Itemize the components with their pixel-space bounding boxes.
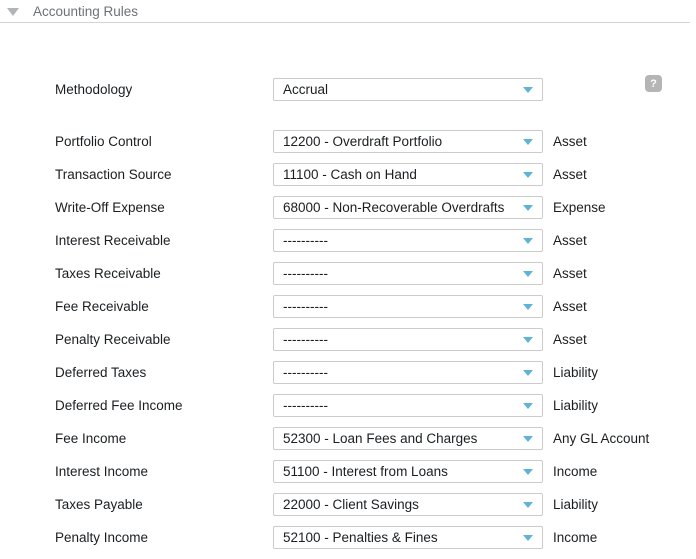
chevron-down-icon: [523, 435, 533, 442]
account-type-label: Liability: [553, 398, 599, 413]
chevron-down-icon: [523, 336, 533, 343]
account-type-label: Income: [553, 530, 598, 545]
section-header: Accounting Rules: [0, 0, 690, 23]
form-row-fee-receivable: Fee Receivable ---------- Asset: [0, 295, 696, 318]
form-row-penalty-receivable: Penalty Receivable ---------- Asset: [0, 328, 696, 351]
account-type-label: Income: [553, 464, 598, 479]
account-type-label: Asset: [553, 167, 587, 182]
dropdown-value: 22000 - Client Savings: [283, 497, 419, 512]
dropdown-value: Accrual: [283, 82, 329, 97]
dropdown-value: 52300 - Loan Fees and Charges: [283, 431, 478, 446]
collapse-triangle-icon[interactable]: [7, 8, 19, 16]
dropdown-value: ----------: [283, 332, 328, 347]
accounting-rules-section: Accounting Rules Methodology Accrual ? P…: [0, 0, 696, 559]
dropdown-value: 68000 - Non-Recoverable Overdrafts: [283, 200, 505, 215]
chevron-down-icon: [523, 86, 533, 93]
field-label: Interest Income: [55, 464, 149, 479]
field-label: Portfolio Control: [55, 134, 152, 149]
dropdown-value: 11100 - Cash on Hand: [283, 167, 417, 182]
chevron-down-icon: [523, 369, 533, 376]
account-type-label: Asset: [553, 332, 587, 347]
section-title: Accounting Rules: [33, 3, 139, 19]
account-type-label: Any GL Account: [553, 431, 650, 446]
field-label: Write-Off Expense: [55, 200, 165, 215]
interest-receivable-dropdown[interactable]: ----------: [273, 229, 543, 252]
form-row-interest-receivable: Interest Receivable ---------- Asset: [0, 229, 696, 252]
field-label: Deferred Taxes: [55, 365, 147, 380]
form-row-transaction-source: Transaction Source 11100 - Cash on Hand …: [0, 163, 696, 186]
write-off-expense-dropdown[interactable]: 68000 - Non-Recoverable Overdrafts: [273, 196, 543, 219]
dropdown-value: ----------: [283, 233, 328, 248]
dropdown-value: ----------: [283, 398, 328, 413]
form-row-portfolio-control: Portfolio Control 12200 - Overdraft Port…: [0, 130, 696, 153]
chevron-down-icon: [523, 468, 533, 475]
portfolio-control-dropdown[interactable]: 12200 - Overdraft Portfolio: [273, 130, 543, 153]
methodology-dropdown[interactable]: Accrual: [273, 78, 543, 101]
field-label: Penalty Income: [55, 530, 149, 545]
dropdown-value: ----------: [283, 365, 328, 380]
chevron-down-icon: [523, 171, 533, 178]
form-row-write-off-expense: Write-Off Expense 68000 - Non-Recoverabl…: [0, 196, 696, 219]
fee-income-dropdown[interactable]: 52300 - Loan Fees and Charges: [273, 427, 543, 450]
field-label: Taxes Receivable: [55, 266, 161, 281]
form-row-methodology: Methodology Accrual ?: [0, 75, 696, 101]
field-label: Taxes Payable: [55, 497, 143, 512]
field-label: Penalty Receivable: [55, 332, 171, 347]
dropdown-value: ----------: [283, 299, 328, 314]
account-type-label: Liability: [553, 497, 599, 512]
account-type-label: Expense: [553, 200, 606, 215]
form-row-taxes-payable: Taxes Payable 22000 - Client Savings Lia…: [0, 493, 696, 516]
account-type-label: Asset: [553, 233, 587, 248]
penalty-income-dropdown[interactable]: 52100 - Penalties & Fines: [273, 526, 543, 549]
field-label: Fee Receivable: [55, 299, 149, 314]
transaction-source-dropdown[interactable]: 11100 - Cash on Hand: [273, 163, 543, 186]
form-row-penalty-income: Penalty Income 52100 - Penalties & Fines…: [0, 526, 696, 549]
field-label: Fee Income: [55, 431, 127, 446]
chevron-down-icon: [523, 402, 533, 409]
taxes-payable-dropdown[interactable]: 22000 - Client Savings: [273, 493, 543, 516]
chevron-down-icon: [523, 138, 533, 145]
penalty-receivable-dropdown[interactable]: ----------: [273, 328, 543, 351]
deferred-taxes-dropdown[interactable]: ----------: [273, 361, 543, 384]
dropdown-value: 52100 - Penalties & Fines: [283, 530, 438, 545]
form-row-taxes-receivable: Taxes Receivable ---------- Asset: [0, 262, 696, 285]
chevron-down-icon: [523, 303, 533, 310]
account-type-label: Asset: [553, 134, 587, 149]
account-type-label: Liability: [553, 365, 599, 380]
field-label: Transaction Source: [55, 167, 172, 182]
chevron-down-icon: [523, 204, 533, 211]
accounting-rules-form: Methodology Accrual ? Portfolio Control …: [0, 23, 696, 549]
field-label: Deferred Fee Income: [55, 398, 183, 413]
form-row-deferred-fee-income: Deferred Fee Income ---------- Liability: [0, 394, 696, 417]
dropdown-value: ----------: [283, 266, 328, 281]
form-row-interest-income: Interest Income 51100 - Interest from Lo…: [0, 460, 696, 483]
taxes-receivable-dropdown[interactable]: ----------: [273, 262, 543, 285]
field-label: Methodology: [55, 82, 133, 97]
chevron-down-icon: [523, 534, 533, 541]
fee-receivable-dropdown[interactable]: ----------: [273, 295, 543, 318]
chevron-down-icon: [523, 237, 533, 244]
interest-income-dropdown[interactable]: 51100 - Interest from Loans: [273, 460, 543, 483]
help-icon[interactable]: ?: [645, 75, 662, 92]
form-row-fee-income: Fee Income 52300 - Loan Fees and Charges…: [0, 427, 696, 450]
account-type-label: Asset: [553, 299, 587, 314]
chevron-down-icon: [523, 270, 533, 277]
deferred-fee-income-dropdown[interactable]: ----------: [273, 394, 543, 417]
chevron-down-icon: [523, 501, 533, 508]
account-type-label: Asset: [553, 266, 587, 281]
dropdown-value: 51100 - Interest from Loans: [283, 464, 448, 479]
form-row-deferred-taxes: Deferred Taxes ---------- Liability: [0, 361, 696, 384]
field-label: Interest Receivable: [55, 233, 171, 248]
dropdown-value: 12200 - Overdraft Portfolio: [283, 134, 443, 149]
